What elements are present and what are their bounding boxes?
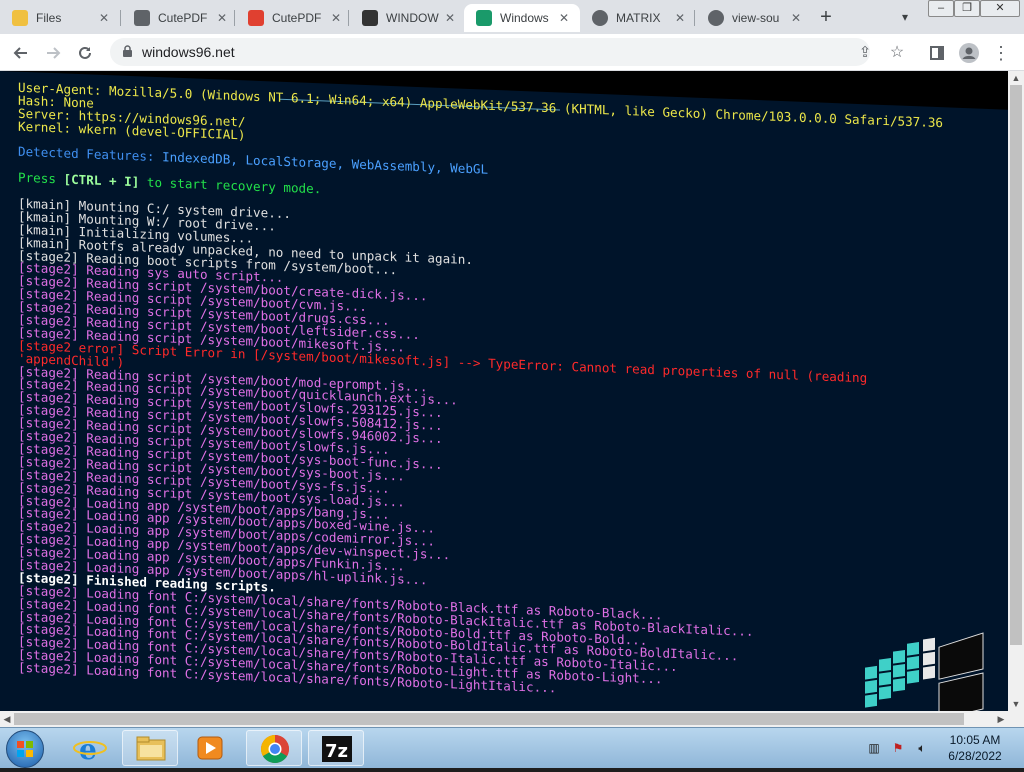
close-tab-icon[interactable]: ✕ <box>788 10 804 26</box>
reload-button[interactable] <box>72 40 98 66</box>
media-player-icon <box>197 736 223 760</box>
scroll-down-arrow-icon[interactable]: ▼ <box>1011 699 1021 709</box>
profile-button[interactable] <box>956 40 982 66</box>
restore-button[interactable]: ❐ <box>954 0 980 17</box>
7zip-icon: 7z <box>322 736 352 762</box>
tab-4[interactable]: Windows ✕ <box>464 4 580 32</box>
windows-logo-icon <box>17 741 33 757</box>
windows96-icon <box>476 10 492 26</box>
volume-icon[interactable]: 🔈︎ <box>914 740 930 756</box>
side-panel-icon <box>930 46 944 60</box>
internet-explorer-icon: e <box>73 733 107 766</box>
action-center-icon[interactable]: ⚑ <box>890 740 906 756</box>
scroll-up-arrow-icon[interactable]: ▲ <box>1011 73 1021 83</box>
close-tab-icon[interactable]: ✕ <box>556 10 572 26</box>
tab-0[interactable]: Files ✕ <box>0 4 120 32</box>
tab-6[interactable]: view-sou ✕ <box>696 4 812 32</box>
more-vert-icon: ⋮ <box>992 43 1010 63</box>
arrow-right-icon <box>47 47 61 59</box>
pdf-icon <box>248 10 264 26</box>
clock-date: 6/28/2022 <box>948 749 1002 763</box>
address-bar[interactable]: windows96.net <box>110 38 870 66</box>
star-icon: ☆ <box>889 44 905 61</box>
reload-icon <box>79 46 91 59</box>
tab-strip: Files ✕ CutePDF ✕ CutePDF ✕ WINDOW ✕ Windows ✕ MAT… <box>0 0 1024 34</box>
globe-icon <box>592 10 608 26</box>
tab-separator <box>348 10 349 26</box>
menu-button[interactable]: ⋮ <box>988 40 1014 66</box>
scroll-right-arrow-icon[interactable]: ▶ <box>996 714 1006 724</box>
close-tab-icon[interactable]: ✕ <box>442 10 458 26</box>
close-tab-icon[interactable]: ✕ <box>328 10 344 26</box>
avatar-icon <box>959 43 979 63</box>
globe-icon <box>708 10 724 26</box>
boot-terminal: User-Agent: Mozilla/5.0 (Windows NT 6.1;… <box>0 71 1008 711</box>
clock[interactable]: 10:05 AM 6/28/2022 <box>940 732 1010 764</box>
cutepdf-icon <box>134 10 150 26</box>
vertical-scroll-thumb[interactable] <box>1010 85 1022 645</box>
browser-toolbar: windows96.net ⇪ ☆ ⋮ <box>0 34 1024 71</box>
windows96-logo-icon <box>865 632 984 711</box>
back-button[interactable] <box>8 40 34 66</box>
close-window-button[interactable]: ✕ <box>980 0 1020 17</box>
side-panel-button[interactable] <box>924 40 950 66</box>
share-button[interactable]: ⇪ <box>852 40 878 66</box>
taskbar-7zip-button[interactable]: 7z <box>308 730 364 766</box>
taskbar-chrome-button[interactable] <box>246 730 302 766</box>
tab-search-button[interactable]: ▾ <box>894 6 916 28</box>
clock-time: 10:05 AM <box>949 733 1001 747</box>
tab-2[interactable]: CutePDF ✕ <box>236 4 352 32</box>
svg-text:e: e <box>79 733 97 766</box>
taskbar-media-button[interactable] <box>182 730 238 766</box>
tab-3[interactable]: WINDOW ✕ <box>350 4 466 32</box>
arrow-left-icon <box>13 47 27 59</box>
close-tab-icon[interactable]: ✕ <box>672 10 688 26</box>
vertical-scrollbar[interactable]: ▲ ▼ <box>1008 71 1024 711</box>
close-tab-icon[interactable]: ✕ <box>214 10 230 26</box>
terminal-output: User-Agent: Mozilla/5.0 (Windows NT 6.1;… <box>18 80 943 711</box>
horizontal-scrollbar[interactable]: ◀ ▶ <box>0 711 1024 727</box>
horizontal-scroll-thumb[interactable] <box>14 713 964 725</box>
tab-5[interactable]: MATRIX ✕ <box>580 4 696 32</box>
shield-icon <box>362 10 378 26</box>
taskbar-ie-button[interactable]: e <box>62 730 118 766</box>
chrome-icon <box>261 735 289 763</box>
folder-icon <box>12 10 28 26</box>
network-icon[interactable]: ▥ <box>866 740 882 756</box>
file-explorer-icon <box>136 736 166 761</box>
tab-separator <box>694 10 695 26</box>
minimize-button[interactable]: – <box>928 0 954 17</box>
start-button[interactable] <box>6 730 44 768</box>
share-icon: ⇪ <box>858 44 872 61</box>
svg-text:7z: 7z <box>325 741 348 762</box>
lock-icon <box>123 45 132 57</box>
bookmark-button[interactable]: ☆ <box>884 40 910 66</box>
forward-button[interactable] <box>40 40 66 66</box>
close-tab-icon[interactable]: ✕ <box>96 10 112 26</box>
page-viewport[interactable]: User-Agent: Mozilla/5.0 (Windows NT 6.1;… <box>0 71 1008 711</box>
taskbar-explorer-button[interactable] <box>122 730 178 766</box>
tab-separator <box>120 10 121 26</box>
scroll-left-arrow-icon[interactable]: ◀ <box>2 714 12 724</box>
tab-separator <box>234 10 235 26</box>
tab-1[interactable]: CutePDF ✕ <box>122 4 238 32</box>
url-text: windows96.net <box>142 44 235 60</box>
taskbar: e 7z ▥ ⚑ 🔈︎ 10:05 AM 6/28/2022 <box>0 727 1024 768</box>
new-tab-button[interactable]: + <box>814 6 838 30</box>
